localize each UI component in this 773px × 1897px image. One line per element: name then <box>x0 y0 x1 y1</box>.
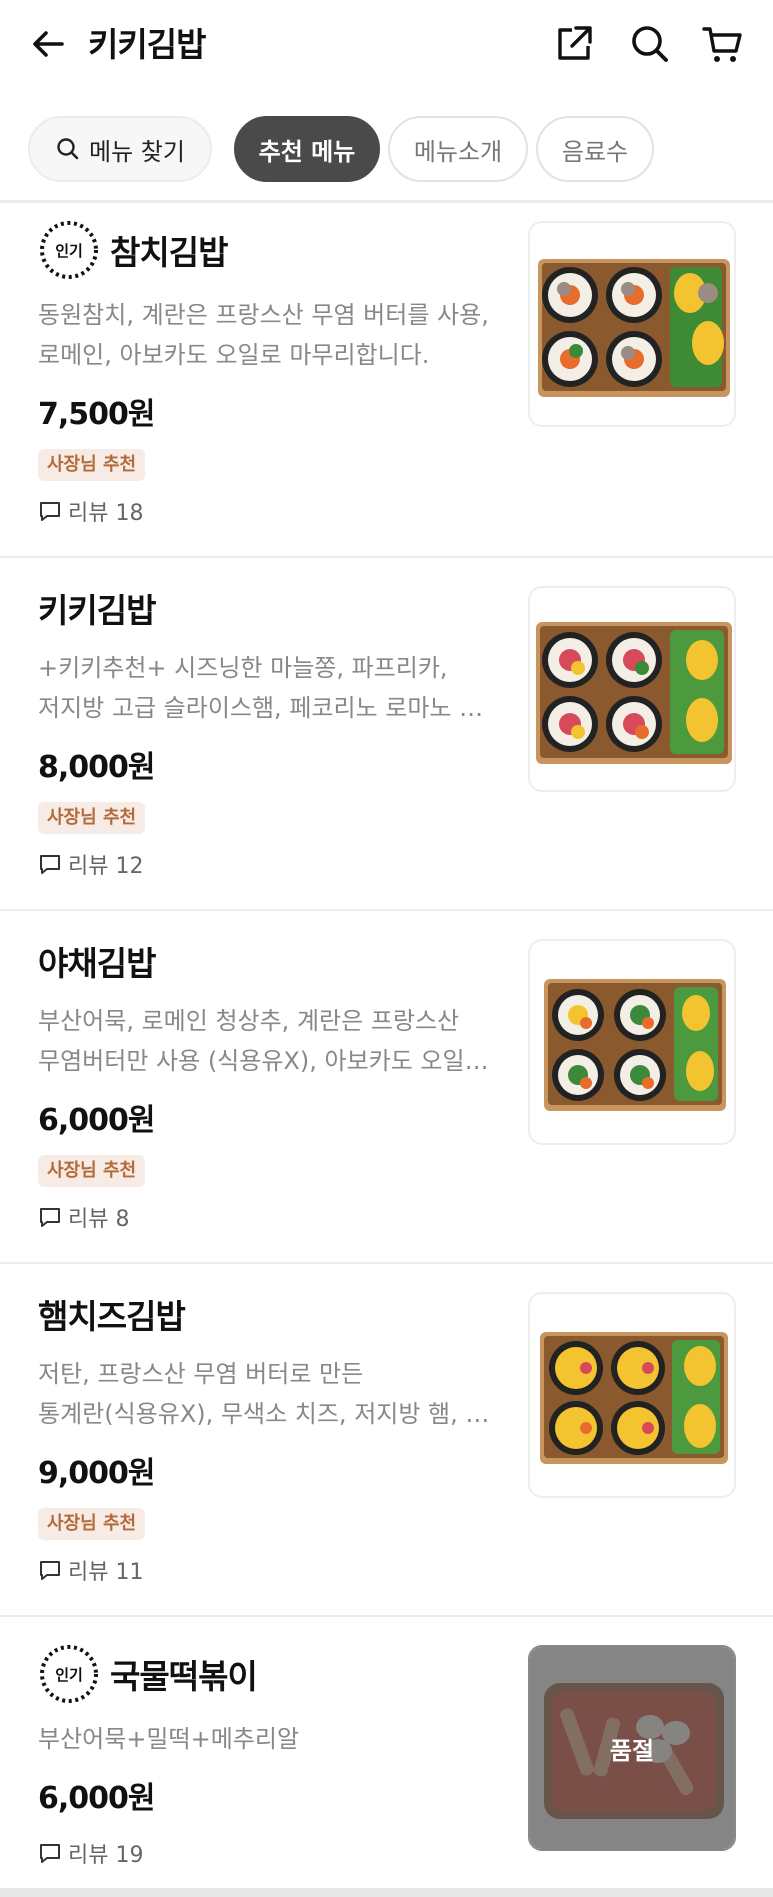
popular-label: 인기 <box>55 242 83 260</box>
menu-item-image[interactable] <box>528 939 736 1145</box>
menu-item-name: 햄치즈김밥 <box>38 1297 186 1336</box>
menu-item-price: 6,000원 <box>38 1781 155 1816</box>
review-count: 리뷰 8 <box>38 1201 129 1233</box>
sold-out-overlay: 품절 <box>530 1647 734 1849</box>
owner-pick-tag: 사장님 추천 <box>38 1508 146 1540</box>
app-header: 키키김밥 <box>0 0 773 92</box>
menu-item-image[interactable] <box>528 586 736 792</box>
menu-item-price: 8,000원 <box>38 750 155 785</box>
comment-icon <box>40 1561 60 1580</box>
review-count: 리뷰 11 <box>38 1554 143 1586</box>
menu-item[interactable]: 키키김밥 +키키추천+ 시즈닝한 마늘쫑, 파프리카, 저지방 고급 슬라이스햄… <box>0 558 773 911</box>
menu-item-price: 6,000원 <box>38 1103 155 1138</box>
menu-item-price: 9,000원 <box>38 1456 155 1491</box>
menu-item[interactable]: 햄치즈김밥 저탄, 프랑스산 무염 버터로 만든 통계란(식용유X), 무색소 … <box>0 1264 773 1617</box>
review-count: 리뷰 19 <box>38 1837 143 1869</box>
comment-icon <box>40 1844 60 1863</box>
search-icon <box>57 138 79 160</box>
back-arrow-icon[interactable] <box>28 24 68 64</box>
page-title: 키키김밥 <box>88 25 206 64</box>
popular-badge-icon: 인기 <box>40 1645 98 1703</box>
comment-icon <box>40 855 60 874</box>
menu-item-description: 동원참치, 계란은 프랑스산 무염 버터를 사용, 로메인, 아보카도 오일로 … <box>38 301 489 369</box>
kimbap-photo <box>540 1332 728 1464</box>
menu-item-image[interactable] <box>528 221 736 427</box>
search-icon[interactable] <box>628 22 672 66</box>
cart-icon[interactable] <box>700 22 744 66</box>
kimbap-photo <box>538 259 730 397</box>
menu-item-name: 국물떡볶이 <box>110 1657 258 1696</box>
menu-item-name: 야채김밥 <box>38 944 156 983</box>
menu-item[interactable]: 인기 국물떡볶이 부산어묵+밀떡+메추리알 6,000원 리뷰 19 품절 <box>0 1617 773 1888</box>
menu-item-image[interactable] <box>528 1292 736 1498</box>
menu-search-label: 메뉴 찾기 <box>89 137 185 166</box>
menu-item-description: 부산어묵, 로메인 청상추, 계란은 프랑스산 무염버터만 사용 (식용유X),… <box>38 1007 489 1075</box>
menu-item-image[interactable]: 품절 <box>528 1645 736 1851</box>
divider <box>0 1888 773 1897</box>
menu-item[interactable]: 야채김밥 부산어묵, 로메인 청상추, 계란은 프랑스산 무염버터만 사용 (식… <box>0 911 773 1264</box>
review-count: 리뷰 18 <box>38 495 143 527</box>
menu-item-name: 참치김밥 <box>110 233 228 272</box>
menu-item-description: +키키추천+ 시즈닝한 마늘쫑, 파프리카, 저지방 고급 슬라이스햄, 페코리… <box>38 654 498 722</box>
tab-menu-intro[interactable]: 메뉴소개 <box>388 116 528 182</box>
review-count: 리뷰 12 <box>38 848 143 880</box>
kimbap-photo <box>544 979 726 1111</box>
tab-recommended[interactable]: 추천 메뉴 <box>234 116 380 182</box>
kimbap-photo <box>536 622 732 764</box>
menu-search-button[interactable]: 메뉴 찾기 <box>28 116 212 182</box>
popular-badge-icon: 인기 <box>40 221 98 279</box>
owner-pick-tag: 사장님 추천 <box>38 449 146 481</box>
menu-item-description: 부산어묵+밀떡+메추리알 <box>38 1725 300 1753</box>
tab-drinks[interactable]: 음료수 <box>536 116 654 182</box>
menu-item-price: 7,500원 <box>38 397 155 432</box>
share-icon[interactable] <box>552 22 596 66</box>
comment-icon <box>40 1208 60 1227</box>
popular-label: 인기 <box>55 1666 83 1684</box>
owner-pick-tag: 사장님 추천 <box>38 1155 146 1187</box>
menu-item-name: 키키김밥 <box>38 591 156 630</box>
comment-icon <box>40 502 60 521</box>
menu-item[interactable]: 인기 참치김밥 동원참치, 계란은 프랑스산 무염 버터를 사용, 로메인, 아… <box>0 203 773 558</box>
owner-pick-tag: 사장님 추천 <box>38 802 146 834</box>
category-tabs: 메뉴 찾기 추천 메뉴 메뉴소개 음료수 <box>0 112 773 186</box>
menu-item-description: 저탄, 프랑스산 무염 버터로 만든 통계란(식용유X), 무색소 치즈, 저지… <box>38 1360 490 1428</box>
